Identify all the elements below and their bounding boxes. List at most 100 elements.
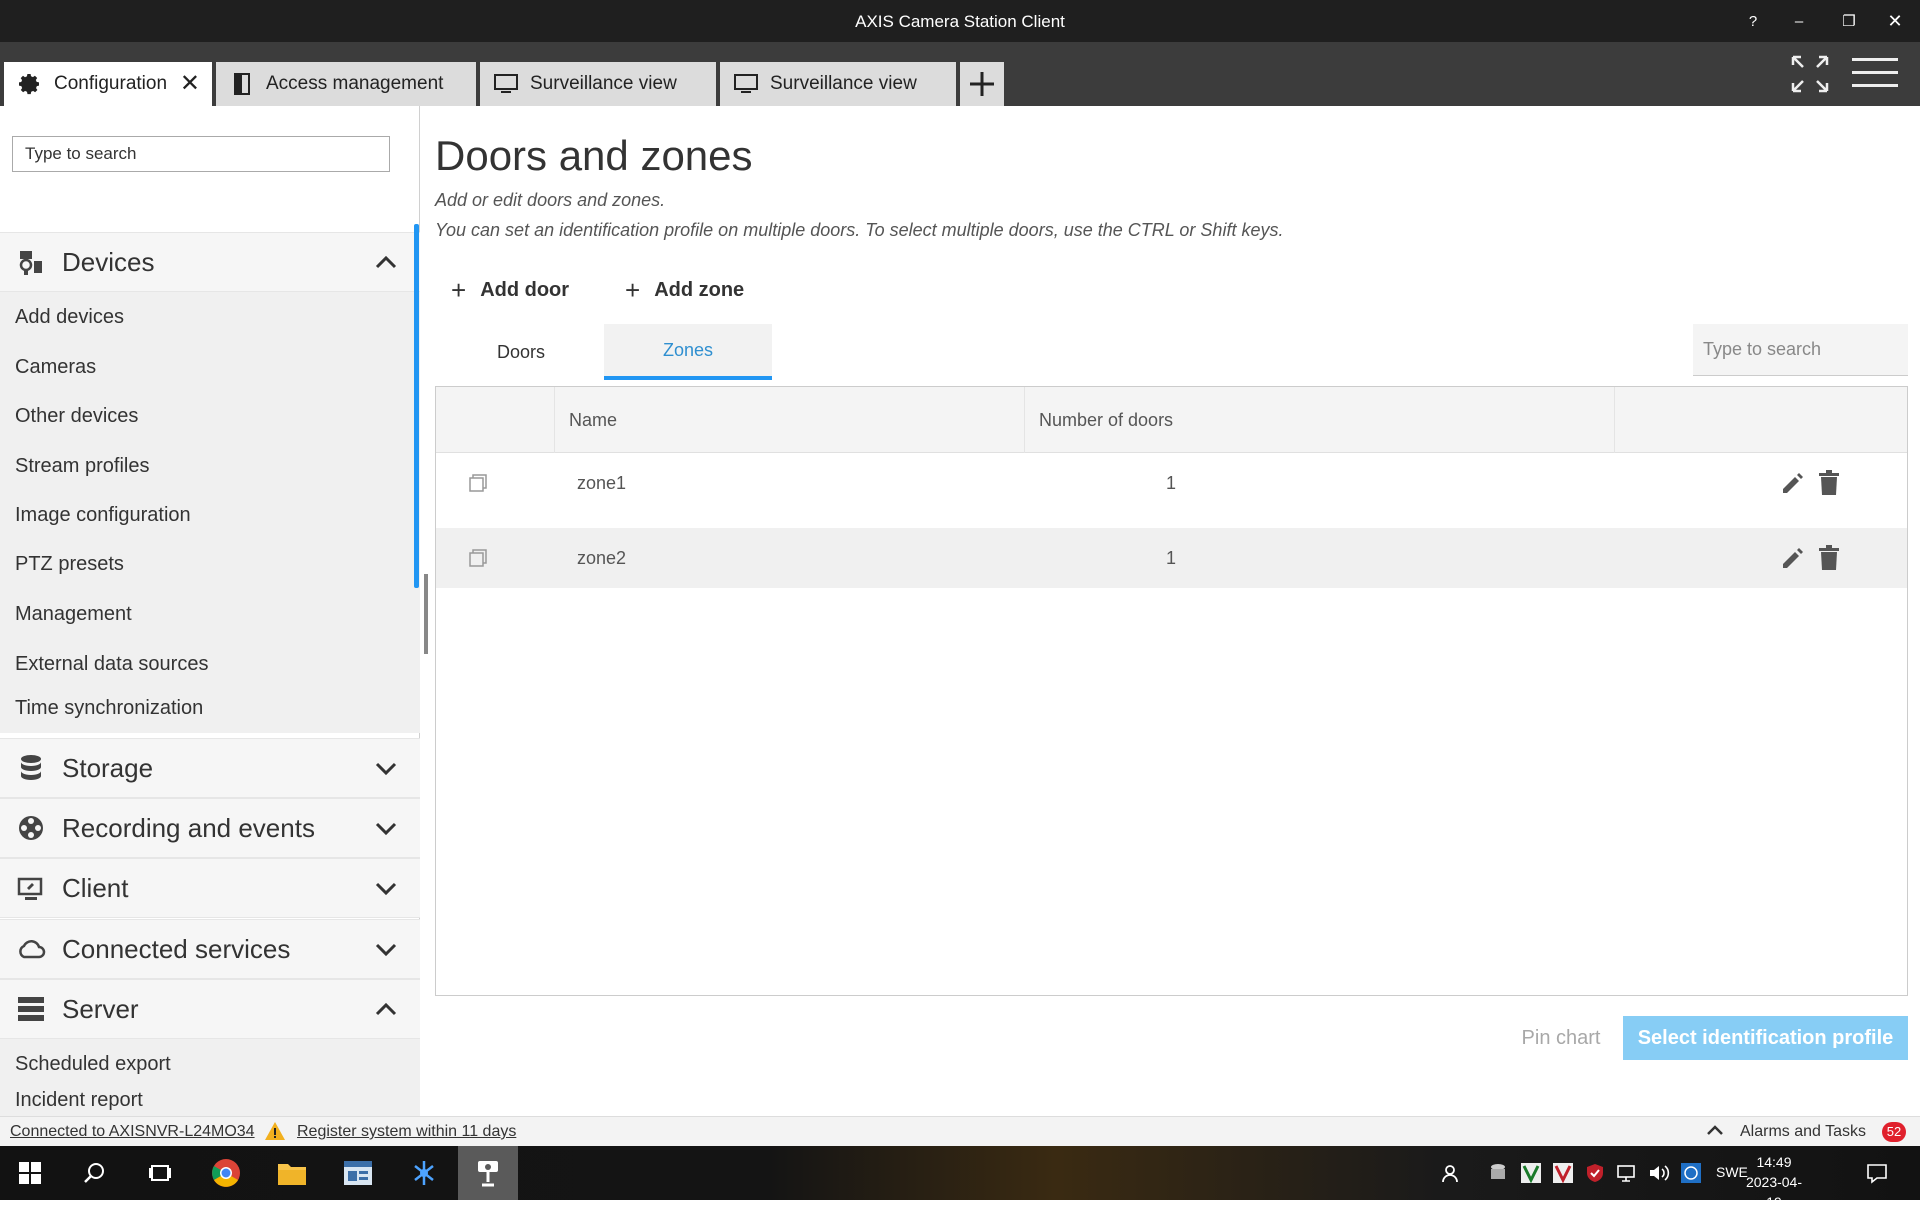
edit-icon[interactable] bbox=[1780, 453, 1806, 513]
server-icon bbox=[16, 994, 46, 1024]
gear-icon bbox=[18, 72, 42, 96]
security-tray-icon[interactable] bbox=[1584, 1162, 1606, 1184]
plus-icon: + bbox=[625, 274, 641, 305]
sidebar-item-management[interactable]: Management bbox=[0, 589, 420, 639]
cloud-icon bbox=[16, 934, 46, 964]
tab-configuration[interactable]: Configuration ✕ bbox=[4, 62, 212, 106]
sidebar-item-incident-report[interactable]: Incident report bbox=[0, 1089, 420, 1116]
taskbar: SWE 14:49 2023-04-19 bbox=[0, 1146, 1920, 1210]
sidebar-item-time-synchronization[interactable]: Time synchronization bbox=[0, 683, 420, 733]
camera-icon bbox=[16, 247, 46, 277]
edit-icon[interactable] bbox=[1780, 528, 1806, 588]
chevron-up-icon[interactable] bbox=[1706, 1123, 1724, 1142]
sidebar: Devices Add devices Cameras Other device… bbox=[0, 106, 420, 1116]
delete-icon[interactable] bbox=[1818, 528, 1840, 588]
network-tray-icon[interactable] bbox=[1616, 1162, 1638, 1184]
network-app-icon[interactable] bbox=[394, 1146, 454, 1200]
status-bar: Connected to AXISNVR-L24MO34 Register sy… bbox=[0, 1116, 1920, 1146]
plus-icon bbox=[970, 72, 994, 96]
help-button[interactable]: ? bbox=[1730, 0, 1776, 42]
notifications-icon[interactable] bbox=[1866, 1162, 1888, 1184]
sidebar-item-external-data-sources[interactable]: External data sources bbox=[0, 639, 420, 689]
tab-label: Surveillance view bbox=[530, 73, 677, 94]
database-icon bbox=[16, 753, 46, 783]
table-row[interactable]: zone1 1 bbox=[436, 453, 1907, 513]
window-title: AXIS Camera Station Client bbox=[855, 12, 1065, 31]
section-label: Server bbox=[62, 993, 139, 1024]
sidebar-item-add-devices[interactable]: Add devices bbox=[0, 292, 420, 342]
section-recording-and-events[interactable]: Recording and events bbox=[0, 798, 420, 858]
table-row[interactable]: zone2 1 bbox=[436, 528, 1907, 588]
zone-door-count: 1 bbox=[1166, 547, 1177, 568]
system-clock[interactable]: 14:49 2023-04-19 bbox=[1744, 1152, 1804, 1212]
minimize-button[interactable]: – bbox=[1776, 0, 1822, 42]
fullscreen-icon[interactable] bbox=[1790, 54, 1830, 94]
chevron-down-icon bbox=[375, 762, 397, 776]
close-tab-icon[interactable]: ✕ bbox=[180, 72, 200, 96]
close-window-button[interactable]: ✕ bbox=[1872, 0, 1918, 42]
pin-chart-button[interactable]: Pin chart bbox=[1481, 1016, 1641, 1060]
search-icon[interactable] bbox=[64, 1146, 124, 1200]
section-label: Connected services bbox=[62, 933, 291, 964]
app-window-icon[interactable] bbox=[328, 1146, 388, 1200]
sidebar-item-stream-profiles[interactable]: Stream profiles bbox=[0, 441, 420, 491]
sidebar-item-other-devices[interactable]: Other devices bbox=[0, 391, 420, 441]
zone-icon bbox=[468, 528, 488, 588]
column-header-actions bbox=[1614, 387, 1907, 453]
page-hint: You can set an identification profile on… bbox=[435, 220, 1284, 240]
sidebar-item-ptz-presets[interactable]: PTZ presets bbox=[0, 539, 420, 589]
zone-name: zone1 bbox=[577, 472, 627, 493]
storage-tray-icon[interactable] bbox=[1487, 1162, 1509, 1184]
windows-start-icon[interactable] bbox=[0, 1146, 60, 1200]
zone-door-count: 1 bbox=[1166, 472, 1177, 493]
volume-icon[interactable] bbox=[1648, 1162, 1670, 1184]
add-door-label: Add door bbox=[480, 278, 570, 301]
axis-camera-station-icon[interactable] bbox=[458, 1146, 518, 1200]
section-connected-services[interactable]: Connected services bbox=[0, 919, 420, 979]
chevron-down-icon bbox=[375, 943, 397, 957]
tab-access-management[interactable]: Access management bbox=[216, 62, 476, 106]
section-client[interactable]: Client bbox=[0, 858, 420, 918]
people-icon[interactable] bbox=[1440, 1162, 1462, 1184]
clock-date: 2023-04-19 bbox=[1745, 1174, 1803, 1210]
tab-doors[interactable]: Doors bbox=[461, 324, 581, 380]
tab-label: Configuration bbox=[54, 73, 168, 94]
connection-status-link[interactable]: Connected to AXISNVR-L24MO34 bbox=[10, 1123, 255, 1141]
section-storage[interactable]: Storage bbox=[0, 738, 420, 798]
section-server[interactable]: Server bbox=[0, 979, 420, 1039]
zones-table: Name Number of doors zone1 1 zone2 1 bbox=[435, 386, 1908, 996]
column-header-name[interactable]: Name bbox=[554, 387, 1024, 453]
vpn-tray-icon[interactable] bbox=[1520, 1162, 1542, 1184]
tab-surveillance-view-1[interactable]: Surveillance view bbox=[480, 62, 716, 106]
tab-surveillance-view-2[interactable]: Surveillance view bbox=[720, 62, 956, 106]
chrome-icon[interactable] bbox=[196, 1146, 256, 1200]
sidebar-item-scheduled-export[interactable]: Scheduled export bbox=[0, 1039, 420, 1089]
column-header-number-of-doors[interactable]: Number of doors bbox=[1024, 387, 1614, 453]
page-description: Add or edit doors and zones. bbox=[435, 190, 666, 210]
vpn-alert-tray-icon[interactable] bbox=[1552, 1162, 1574, 1184]
section-devices[interactable]: Devices bbox=[0, 232, 420, 292]
select-identification-profile-button[interactable]: Select identification profile bbox=[1623, 1016, 1908, 1060]
tab-label: Access management bbox=[266, 73, 444, 94]
alarms-and-tasks-toggle[interactable]: Alarms and Tasks bbox=[1740, 1123, 1866, 1141]
sidebar-scrollbar[interactable] bbox=[414, 224, 419, 588]
file-explorer-icon[interactable] bbox=[262, 1146, 322, 1200]
sidebar-search-input[interactable] bbox=[12, 136, 390, 172]
zones-search-input[interactable] bbox=[1693, 324, 1908, 376]
add-tab-button[interactable] bbox=[960, 62, 1004, 106]
hamburger-menu-icon[interactable] bbox=[1852, 58, 1898, 88]
sidebar-item-cameras[interactable]: Cameras bbox=[0, 342, 420, 392]
zone-name: zone2 bbox=[577, 547, 627, 568]
add-zone-label: Add zone bbox=[654, 278, 745, 301]
sidebar-item-image-configuration[interactable]: Image configuration bbox=[0, 490, 420, 540]
add-door-button[interactable]: + Add door bbox=[451, 270, 569, 310]
task-view-icon[interactable] bbox=[130, 1146, 190, 1200]
language-settings-icon[interactable] bbox=[1680, 1162, 1702, 1184]
tab-zones[interactable]: Zones bbox=[604, 324, 772, 380]
register-system-link[interactable]: Register system within 11 days bbox=[297, 1123, 516, 1141]
delete-icon[interactable] bbox=[1818, 453, 1840, 513]
film-reel-icon bbox=[16, 813, 46, 843]
add-zone-button[interactable]: + Add zone bbox=[625, 270, 744, 310]
chevron-down-icon bbox=[375, 882, 397, 896]
restore-button[interactable]: ❐ bbox=[1826, 0, 1872, 42]
